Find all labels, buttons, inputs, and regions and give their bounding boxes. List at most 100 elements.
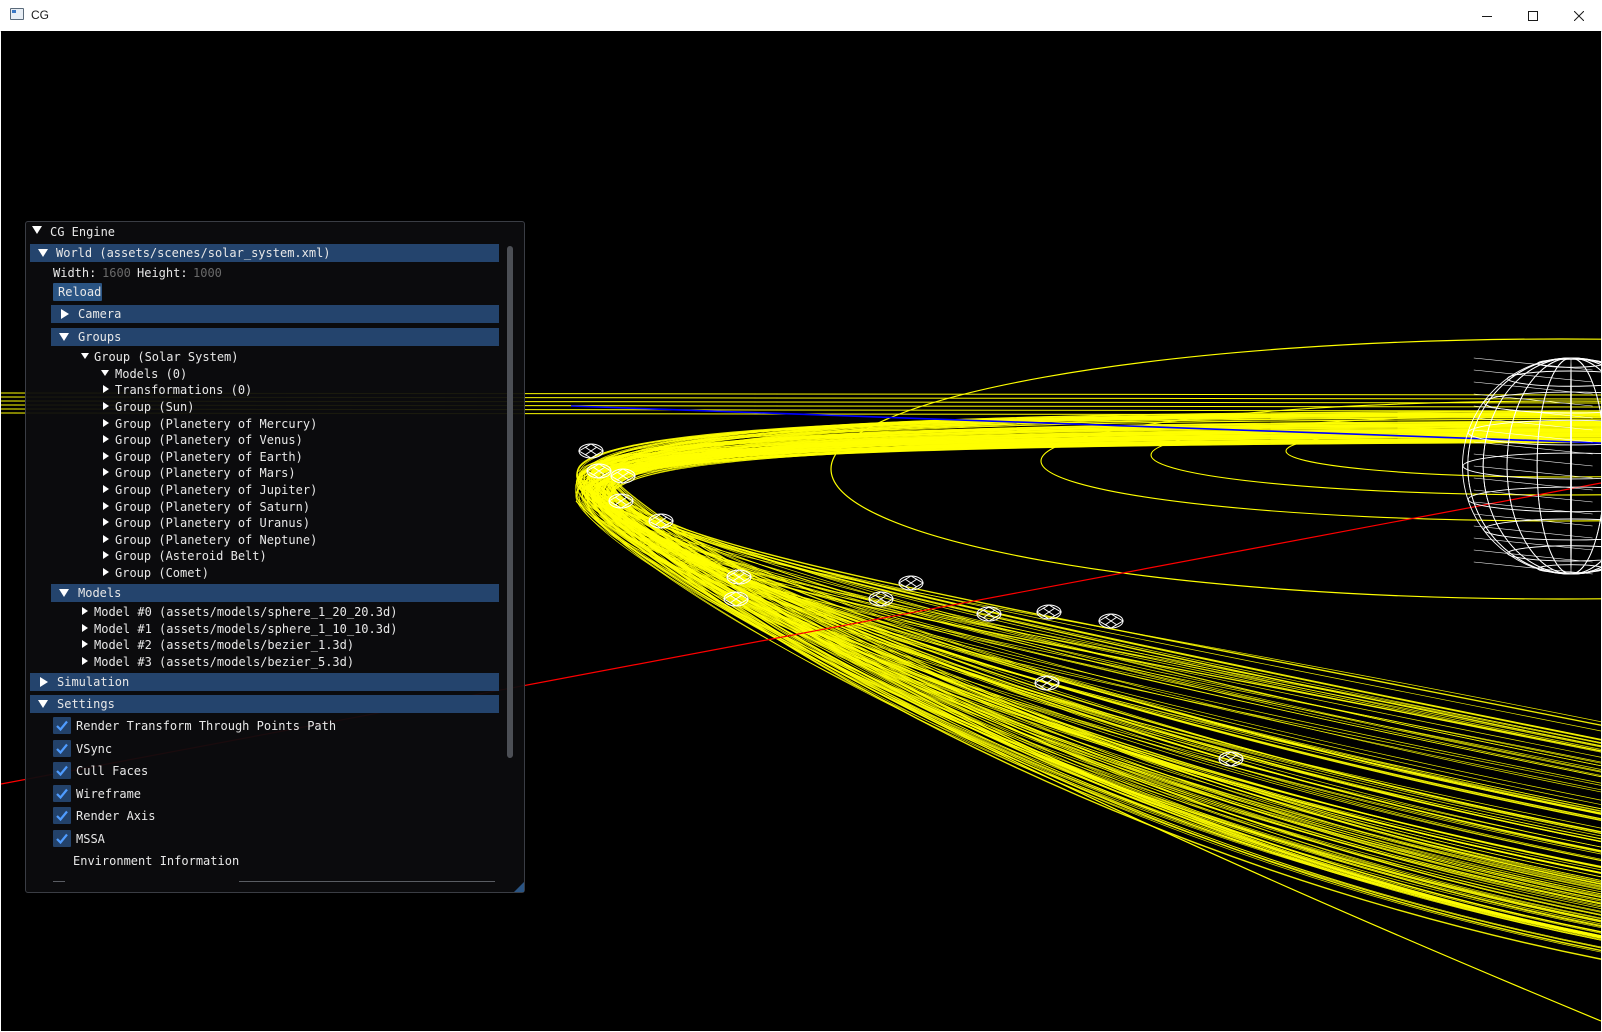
settings-checkbox[interactable]	[53, 784, 71, 802]
settings-checkbox[interactable]	[53, 762, 71, 779]
sphere-longitude	[1482, 357, 1601, 575]
asteroid-belt-path	[590, 432, 1601, 898]
world-header[interactable]: World (assets/scenes/solar_system.xml)	[30, 244, 499, 262]
tree-node-group[interactable]: Group (Planetery of Earth)	[115, 450, 303, 464]
asteroid-wireframe	[1098, 613, 1124, 629]
asteroid-belt-path	[597, 429, 1601, 874]
tree-node-group[interactable]: Group (Comet)	[115, 566, 209, 580]
tree-arrow-icon[interactable]	[82, 623, 88, 632]
asteroid-belt-path	[580, 430, 1601, 878]
settings-option-label: Cull Faces	[76, 764, 149, 778]
tree-arrow-icon[interactable]	[82, 640, 88, 649]
tree-arrow-icon[interactable]	[103, 418, 109, 427]
cg-engine-panel[interactable]: CG Engine World (assets/scenes/solar_sys…	[25, 221, 525, 893]
height-label: Height:	[137, 266, 188, 280]
settings-checkbox[interactable]	[53, 807, 71, 824]
scrollbar-thumb[interactable]	[507, 246, 513, 758]
tree-node-model[interactable]: Model #1 (assets/models/sphere_1_10_10.3…	[94, 622, 397, 636]
tree-node-group[interactable]: Group (Planetery of Mercury)	[115, 417, 317, 431]
asteroid-belt-path	[591, 432, 1601, 890]
tree-arrow-icon[interactable]	[103, 451, 109, 460]
tree-node-group[interactable]: Group (Planetery of Neptune)	[115, 533, 317, 547]
tree-node-group[interactable]: Group (Planetery of Jupiter)	[115, 483, 317, 497]
tree-arrow-icon[interactable]	[103, 501, 109, 510]
settings-option-label: MSSA	[76, 831, 105, 846]
asteroid-belt-path	[605, 432, 1601, 884]
sphere-latitude	[1507, 370, 1601, 387]
asteroid-belt-path	[594, 424, 1601, 839]
tree-arrow-icon[interactable]	[103, 485, 109, 493]
tree-node-models[interactable]: Models (0)	[115, 367, 187, 381]
sphere-longitude	[1570, 357, 1572, 575]
tree-arrow-icon[interactable]	[103, 551, 109, 560]
expand-arrow-icon	[40, 677, 48, 687]
expand-arrow-icon	[38, 249, 48, 257]
tree-arrow-icon[interactable]	[103, 385, 109, 393]
asteroid-belt-path	[586, 424, 1601, 829]
simulation-header[interactable]: Simulation	[30, 673, 499, 691]
close-icon	[1574, 10, 1584, 21]
asteroid-wireframe	[578, 443, 604, 459]
checkmark-icon	[56, 765, 68, 776]
settings-checkbox[interactable]	[53, 829, 71, 847]
tree-node-model[interactable]: Model #0 (assets/models/sphere_1_20_20.3…	[94, 605, 397, 619]
tree-arrow-icon[interactable]	[103, 468, 109, 477]
asteroid-belt-path	[591, 434, 1601, 908]
sphere-edge	[1473, 369, 1593, 383]
tree-node-solar-system[interactable]: Group (Solar System)	[94, 350, 239, 364]
tree-node-group[interactable]: Group (Asteroid Belt)	[115, 549, 267, 563]
tree-node-group[interactable]: Group (Planetery of Saturn)	[115, 500, 310, 514]
tree-arrow-icon[interactable]	[82, 607, 88, 615]
asteroid-belt-path	[579, 426, 1601, 848]
checkmark-icon	[56, 788, 68, 799]
camera-header[interactable]: Camera	[51, 305, 499, 323]
camera-label: Camera	[78, 307, 122, 321]
render-viewport[interactable]: CG Engine World (assets/scenes/solar_sys…	[1, 31, 1601, 1031]
panel-title: CG Engine	[50, 225, 116, 239]
asteroid-belt-path	[610, 439, 1601, 933]
tree-node-group[interactable]: Group (Planetery of Mars)	[115, 466, 296, 480]
resize-grip[interactable]	[514, 882, 524, 892]
settings-checkbox[interactable]	[53, 717, 71, 734]
tree-node-group[interactable]: Group (Sun)	[115, 400, 194, 414]
tree-node-model[interactable]: Model #2 (assets/models/bezier_1.3d)	[94, 638, 354, 652]
minimize-button[interactable]	[1464, 0, 1510, 31]
tree-node-group[interactable]: Group (Planetery of Venus)	[115, 433, 303, 447]
expand-arrow-icon	[59, 589, 69, 597]
maximize-button[interactable]	[1510, 0, 1556, 31]
settings-header[interactable]: Settings	[30, 695, 499, 713]
tree-arrow-icon[interactable]	[81, 353, 89, 359]
models-header[interactable]: Models	[51, 584, 499, 602]
asteroid-belt-path	[584, 436, 1601, 919]
tree-arrow-icon[interactable]	[103, 435, 109, 444]
panel-titlebar[interactable]: CG Engine	[26, 222, 524, 242]
reload-label: Reload	[58, 285, 102, 299]
asteroid-belt-path	[588, 437, 1601, 915]
tree-arrow-icon[interactable]	[103, 402, 109, 410]
asteroid-belt-path	[609, 426, 1601, 835]
close-button[interactable]	[1556, 0, 1602, 31]
tree-node-group[interactable]: Group (Planetery of Uranus)	[115, 516, 310, 530]
collapse-arrow-icon[interactable]	[32, 226, 42, 234]
app-icon	[10, 8, 24, 20]
groups-label: Groups	[78, 330, 122, 344]
tree-arrow-icon[interactable]	[103, 568, 109, 576]
asteroid-belt-path	[607, 439, 1601, 939]
tree-node-model[interactable]: Model #3 (assets/models/bezier_5.3d)	[94, 655, 354, 669]
reload-button[interactable]: Reload	[53, 283, 102, 301]
sphere-edge	[1473, 525, 1593, 539]
settings-option-label: Render Axis	[76, 809, 156, 823]
tree-arrow-icon[interactable]	[101, 370, 109, 376]
tree-arrow-icon[interactable]	[103, 518, 109, 527]
asteroid-belt-path	[592, 431, 1601, 874]
window-titlebar[interactable]: CG	[0, 0, 1602, 32]
sphere-edge	[1473, 489, 1593, 503]
maximize-icon	[1528, 10, 1538, 21]
tree-arrow-icon[interactable]	[82, 656, 88, 665]
groups-header[interactable]: Groups	[51, 328, 499, 346]
tree-node-transformations[interactable]: Transformations (0)	[115, 383, 252, 397]
tree-arrow-icon[interactable]	[103, 534, 109, 543]
settings-checkbox[interactable]	[53, 739, 71, 757]
settings-option-label: Wireframe	[76, 786, 142, 801]
sphere-longitude	[1467, 357, 1601, 575]
